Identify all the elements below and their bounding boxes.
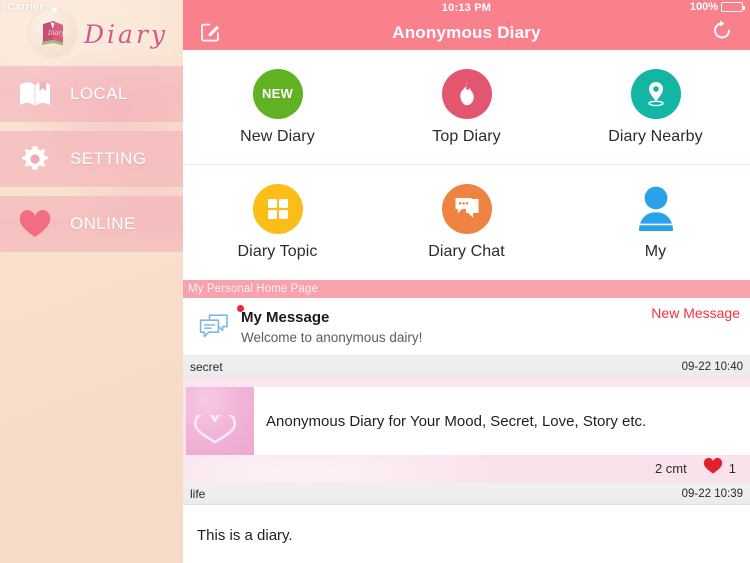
- status-bar-battery: 100%: [689, 1, 745, 13]
- status-bar-left: Carrier: [7, 1, 61, 13]
- grid-item-my-label: My: [644, 243, 667, 260]
- diary-entry-category: secret: [190, 359, 223, 374]
- diary-entry-text: Anonymous Diary for Your Mood, Secret, L…: [254, 387, 750, 455]
- grid-item-diary-chat-label: Diary Chat: [428, 243, 505, 260]
- grid-item-new-diary[interactable]: NEW New Diary: [183, 50, 372, 164]
- like-control[interactable]: 1: [703, 457, 736, 480]
- grid-item-top-diary[interactable]: Top Diary: [372, 50, 561, 164]
- person-avatar-icon: [631, 184, 681, 234]
- diary-entry-life[interactable]: life 09-22 10:39 This is a diary.: [183, 483, 750, 563]
- grid-item-diary-chat[interactable]: Diary Chat: [372, 165, 561, 280]
- diary-book-icon: Diary: [29, 9, 77, 57]
- diary-entry-timestamp: 09-22 10:39: [681, 487, 743, 500]
- diary-entry-top: Anonymous Diary for Your Mood, Secret, L…: [183, 387, 750, 455]
- open-book-icon: [14, 80, 56, 108]
- like-count-label: 1: [728, 460, 736, 476]
- grid-item-diary-nearby[interactable]: Diary Nearby: [561, 50, 750, 164]
- diary-entry-category: life: [190, 486, 206, 501]
- feature-grid-row: Diary Topic Diary Chat My: [183, 165, 750, 280]
- sidebar-item-local[interactable]: LOCAL: [0, 66, 183, 122]
- heart-outline-icon: [192, 411, 238, 450]
- refresh-circular-arrow-icon: [711, 19, 733, 47]
- feature-grid-row: NEW New Diary Top Diary Diary Nearby: [183, 50, 750, 165]
- my-message-subtitle: Welcome to anonymous dairy!: [241, 329, 423, 345]
- section-header-label: My Personal Home Page: [188, 283, 318, 295]
- sidebar-item-local-label: LOCAL: [70, 84, 128, 103]
- sidebar: Carrier Diary Diary LOCAL SETTING ONLINE: [0, 0, 183, 563]
- status-bar-center: 10:13 PM: [183, 0, 750, 16]
- app-logo-text: Diary: [84, 19, 169, 49]
- diary-entry-thumbnail[interactable]: [186, 387, 254, 455]
- my-message-text-block: My Message Welcome to anonymous dairy!: [237, 304, 651, 345]
- battery-percent-label: 100%: [689, 1, 718, 13]
- sidebar-item-setting-label: SETTING: [70, 149, 147, 168]
- chat-bubbles-icon: [441, 184, 492, 234]
- grid-item-top-diary-label: Top Diary: [432, 127, 501, 145]
- new-badge-icon: NEW: [252, 68, 303, 119]
- section-header-personal-home-page: My Personal Home Page: [183, 280, 750, 298]
- grid-item-my[interactable]: My: [561, 165, 750, 280]
- sidebar-item-setting[interactable]: SETTING: [0, 131, 183, 187]
- diary-entry-text: This is a diary.: [183, 505, 750, 563]
- heart-icon: [14, 209, 56, 239]
- map-pin-icon: [630, 68, 681, 119]
- my-message-title: My Message: [241, 308, 330, 326]
- diary-entry-body: Anonymous Diary for Your Mood, Secret, L…: [183, 378, 750, 483]
- grid-item-diary-topic-label: Diary Topic: [237, 243, 318, 260]
- unread-dot-icon: [237, 304, 244, 312]
- feature-grid: NEW New Diary Top Diary Diary Nearby Dia…: [183, 50, 750, 280]
- diary-entry-header: life 09-22 10:39: [183, 483, 750, 505]
- main-panel: 10:13 PM 100% Anonymous Diary NEW New Di…: [183, 0, 750, 563]
- grid-item-diary-nearby-label: Diary Nearby: [608, 127, 703, 145]
- comment-count-label[interactable]: 2 cmt: [655, 461, 687, 476]
- sidebar-item-online[interactable]: ONLINE: [0, 196, 183, 252]
- my-message-row[interactable]: My Message Welcome to anonymous dairy! N…: [183, 298, 750, 356]
- flame-icon: [441, 68, 492, 119]
- wifi-icon: [48, 3, 61, 14]
- grid-item-new-diary-label: New Diary: [240, 127, 315, 145]
- app-logo: Diary Diary: [29, 9, 168, 57]
- sidebar-item-online-label: ONLINE: [70, 214, 136, 233]
- diary-entry-secret[interactable]: secret 09-22 10:40 Anonymous Diary for Y: [183, 356, 750, 483]
- grid-item-diary-topic[interactable]: Diary Topic: [183, 165, 372, 280]
- heart-icon: [703, 457, 723, 480]
- app-root: Carrier Diary Diary LOCAL SETTING ONLINE…: [0, 0, 750, 563]
- page-title: Anonymous Diary: [392, 23, 541, 42]
- clock-label: 10:13 PM: [441, 2, 492, 14]
- svg-text:Diary: Diary: [47, 30, 65, 37]
- battery-full-icon: [721, 2, 745, 12]
- diary-feed: secret 09-22 10:40 Anonymous Diary for Y: [183, 356, 750, 563]
- my-message-title-wrap: My Message: [237, 304, 330, 326]
- new-message-button[interactable]: New Message: [651, 305, 740, 321]
- chat-bubbles-outline-icon: [191, 312, 237, 342]
- diary-entry-timestamp: 09-22 10:40: [681, 360, 743, 373]
- app-header: 10:13 PM 100% Anonymous Diary: [183, 0, 750, 50]
- diary-entry-header: secret 09-22 10:40: [183, 356, 750, 378]
- grid-squares-icon: [252, 184, 303, 234]
- diary-entry-meta: 2 cmt 1: [183, 453, 750, 483]
- gear-icon: [14, 143, 56, 175]
- refresh-button[interactable]: [702, 16, 742, 50]
- new-badge-label: NEW: [262, 86, 293, 101]
- carrier-label: Carrier: [7, 1, 44, 13]
